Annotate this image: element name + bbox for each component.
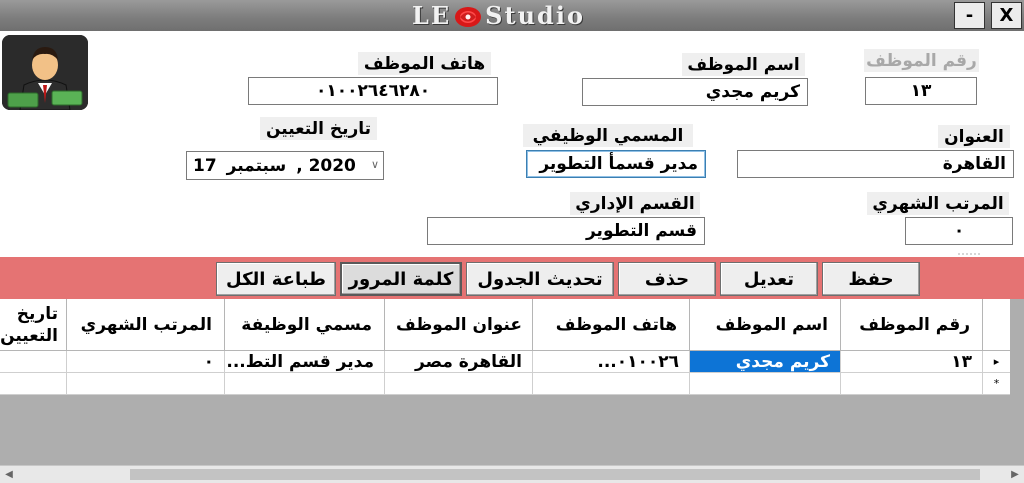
rose-flower-icon <box>453 5 483 27</box>
refresh-table-button[interactable]: تحديث الجدول <box>466 262 614 296</box>
new-row-cell[interactable] <box>533 373 690 395</box>
row-header-corner <box>983 299 1010 351</box>
department-field[interactable]: قسم التطوير <box>427 217 705 245</box>
column-header-id[interactable]: رقم الموظف <box>841 299 983 351</box>
job-title-label: المسمي الوظيفي <box>523 124 693 147</box>
employee-avatar <box>2 35 88 110</box>
chevron-down-icon[interactable]: ∨ <box>371 158 379 171</box>
new-row-cell[interactable] <box>0 373 67 395</box>
cell-name[interactable]: كريم مجدي <box>690 351 841 373</box>
new-row-cell[interactable] <box>841 373 983 395</box>
save-button[interactable]: حفظ <box>822 262 920 296</box>
grid-body: رقم الموظف اسم الموظف هاتف الموظف عنوان … <box>0 299 1010 395</box>
column-header-address[interactable]: عنوان الموظف <box>385 299 533 351</box>
employee-id-field[interactable]: ١٣ <box>865 77 977 105</box>
new-row-marker[interactable]: * <box>983 373 1010 395</box>
employee-id-label: رقم الموظف <box>864 49 979 72</box>
app-title: LE Studio <box>412 1 585 30</box>
print-all-button[interactable]: طباعة الكل <box>216 262 336 296</box>
hire-date-year: , 2020 <box>296 155 356 176</box>
hire-date-picker[interactable]: , 2020 سبتمبر 17 ∨ <box>186 151 384 180</box>
hire-date-day: 17 <box>193 155 217 176</box>
salary-field[interactable]: ٠ <box>905 217 1013 245</box>
close-button[interactable]: X <box>991 2 1022 29</box>
job-title-field[interactable]: مدير قسمأ التطوير <box>526 150 706 178</box>
cell-job[interactable]: مدير قسم التط... <box>225 351 385 373</box>
cell-id[interactable]: ١٣ <box>841 351 983 373</box>
scroll-left-icon[interactable]: ◀ <box>2 467 16 482</box>
column-header-salary[interactable]: المرتب الشهري <box>67 299 225 351</box>
delete-button[interactable]: حذف <box>618 262 716 296</box>
current-row-marker[interactable]: ▸ <box>983 351 1010 373</box>
title-bar: LE Studio - X <box>0 0 1024 31</box>
salary-label: المرتب الشهري <box>867 192 1009 215</box>
new-row-cell[interactable] <box>67 373 225 395</box>
cell-salary[interactable]: ٠ <box>67 351 225 373</box>
address-field[interactable]: القاهرة <box>737 150 1014 178</box>
password-button[interactable]: كلمة المرور <box>340 262 462 296</box>
column-header-job[interactable]: مسمي الوظيفة <box>225 299 385 351</box>
hire-date-label: تاريخ التعيين <box>260 117 377 140</box>
column-header-phone[interactable]: هاتف الموظف <box>533 299 690 351</box>
scrollbar-thumb[interactable] <box>130 469 980 480</box>
address-label: العنوان <box>938 125 1010 148</box>
edit-button[interactable]: تعديل <box>720 262 818 296</box>
employee-name-field[interactable]: كريم مجدي <box>582 78 808 106</box>
minimize-button[interactable]: - <box>954 2 985 29</box>
app-title-left: LE <box>412 1 452 30</box>
cell-hire-date[interactable] <box>0 351 67 373</box>
department-label: القسم الإداري <box>570 192 700 215</box>
cell-phone[interactable]: ٠١٠٠٢٦... <box>533 351 690 373</box>
app-title-right: Studio <box>485 1 585 30</box>
employees-grid[interactable]: رقم الموظف اسم الموظف هاتف الموظف عنوان … <box>0 299 1024 483</box>
employee-name-label: اسم الموظف <box>682 53 805 76</box>
horizontal-scrollbar[interactable]: ◀ ▶ <box>0 465 1024 483</box>
employee-phone-label: هاتف الموظف <box>358 52 491 75</box>
column-header-name[interactable]: اسم الموظف <box>690 299 841 351</box>
hire-date-month: سبتمبر <box>226 155 287 176</box>
column-header-hire-date[interactable]: تاريخ التعيين <box>0 299 67 351</box>
scroll-right-icon[interactable]: ▶ <box>1008 467 1022 482</box>
new-row-cell[interactable] <box>690 373 841 395</box>
new-row-cell[interactable] <box>225 373 385 395</box>
employee-phone-field[interactable]: ٠١٠٠٢٦٤٦٢٨٠ <box>248 77 498 105</box>
new-row-cell[interactable] <box>385 373 533 395</box>
cell-address[interactable]: القاهرة مصر <box>385 351 533 373</box>
